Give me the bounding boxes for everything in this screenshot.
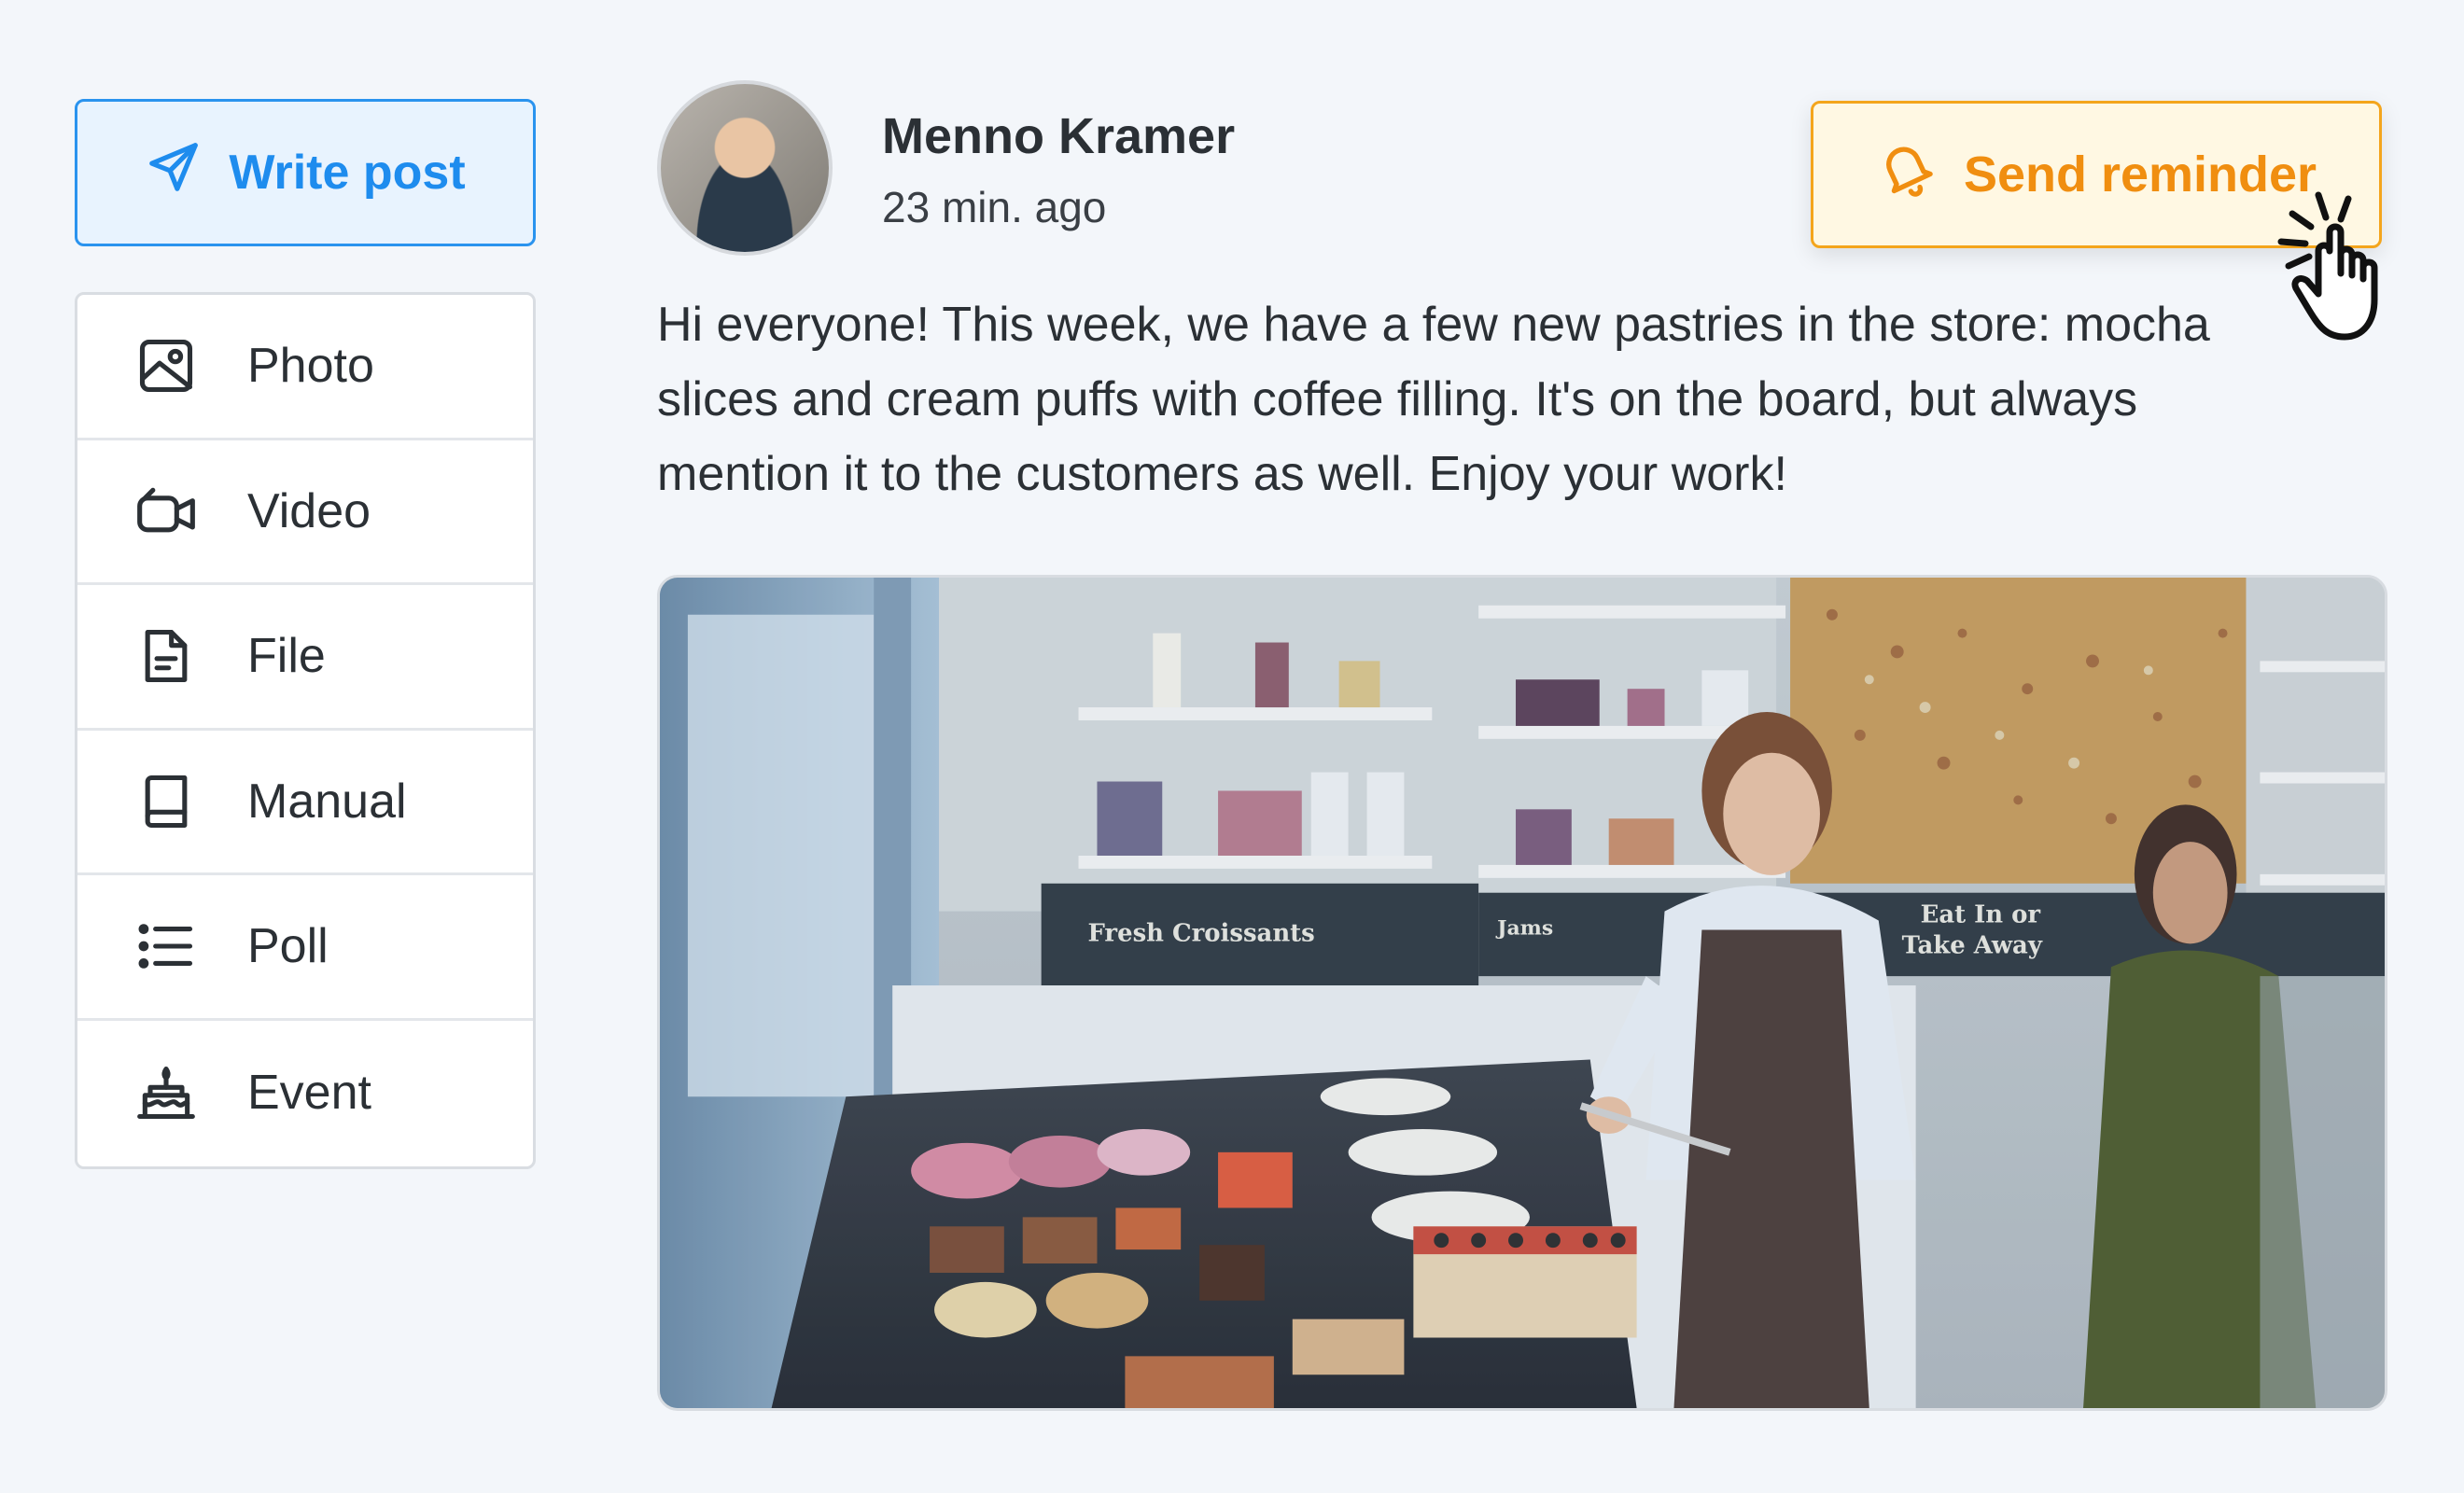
post-timestamp: 23 min. ago xyxy=(882,183,1107,231)
menu-item-video[interactable]: Video xyxy=(77,440,533,585)
menu-item-label: File xyxy=(247,629,326,684)
list-icon xyxy=(133,914,199,979)
bell-icon xyxy=(1876,139,1936,211)
menu-item-poll[interactable]: Poll xyxy=(77,875,533,1021)
menu-item-label: Manual xyxy=(247,774,407,829)
author-name[interactable]: Menno Kramer xyxy=(882,107,1235,165)
send-icon xyxy=(145,138,203,208)
send-reminder-label: Send reminder xyxy=(1963,147,2317,202)
menu-item-manual[interactable]: Manual xyxy=(77,731,533,875)
file-icon xyxy=(133,623,199,689)
menu-item-label: Photo xyxy=(247,339,374,394)
write-post-button[interactable]: Write post xyxy=(75,99,536,246)
menu-item-file[interactable]: File xyxy=(77,585,533,731)
cake-icon xyxy=(133,1060,199,1125)
book-icon xyxy=(133,769,199,834)
write-post-label: Write post xyxy=(229,146,466,200)
menu-item-event[interactable]: Event xyxy=(77,1021,533,1166)
post-body: Hi everyone! This week, we have a few ne… xyxy=(657,287,2393,511)
menu-item-label: Video xyxy=(247,483,371,538)
post-type-menu: Photo Video File Manual Poll Event xyxy=(75,292,536,1169)
avatar[interactable] xyxy=(657,80,833,256)
post-text-line: Hi everyone! This week, we have a few ne… xyxy=(657,298,2210,352)
post-text-line: slices and cream puffs with coffee filli… xyxy=(657,372,2138,426)
menu-item-label: Poll xyxy=(247,919,329,974)
post-text-line: mention it to the customers as well. Enj… xyxy=(657,447,1787,501)
image-icon xyxy=(133,333,199,398)
post-photo[interactable]: Fresh Croissants Jams Eat In or Take Awa… xyxy=(657,575,2387,1411)
menu-item-photo[interactable]: Photo xyxy=(77,295,533,440)
menu-item-label: Event xyxy=(247,1066,371,1121)
video-camera-icon xyxy=(133,479,199,544)
